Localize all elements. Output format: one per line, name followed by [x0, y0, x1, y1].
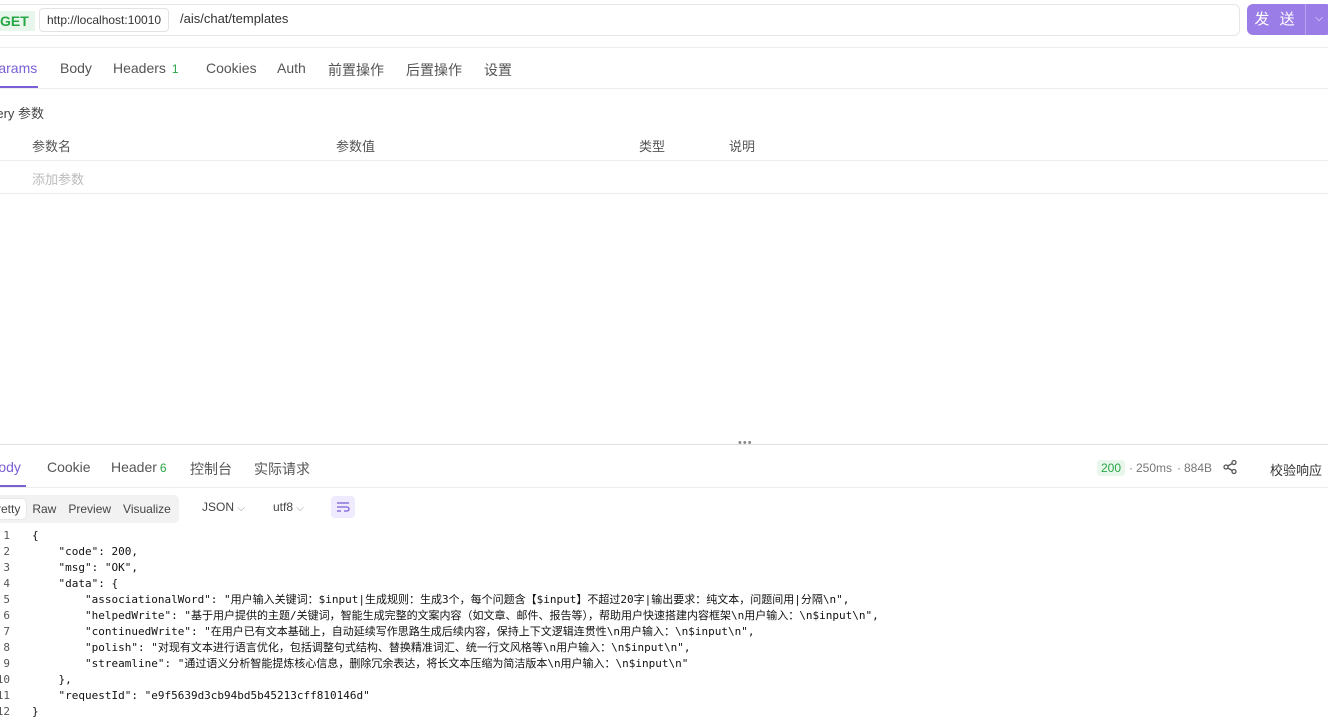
response-size: 884B — [1184, 461, 1213, 475]
line-number: 10 — [0, 673, 10, 686]
add-param-input[interactable]: 添加参数 — [32, 169, 84, 188]
code-text: "requestId": "e9f5639d3cb94bd5b45213cff8… — [32, 689, 370, 702]
chevron-down-icon: ⌵ — [237, 503, 245, 514]
tab-post-ops[interactable]: 后置操作 — [406, 60, 462, 80]
tab-body[interactable]: Body — [60, 60, 92, 76]
mode-preview[interactable]: Preview — [62, 499, 117, 519]
encoding-select-value: utf8 — [273, 500, 294, 514]
resp-tab-cookie[interactable]: Cookie — [47, 459, 91, 475]
format-select[interactable]: JSON ⌵ — [202, 500, 245, 514]
line-number: 12 — [0, 705, 10, 718]
line-number: 1 — [3, 529, 10, 542]
line-number: 2 — [3, 545, 10, 558]
code-text: "code": 200, — [32, 545, 138, 558]
code-line: 1{ — [0, 528, 1328, 544]
code-line: 10 }, — [0, 672, 1328, 688]
line-number: 8 — [3, 641, 10, 654]
mode-pretty[interactable]: Pretty — [0, 499, 27, 519]
header-count-badge: 6 — [159, 461, 167, 475]
line-number: 6 — [3, 609, 10, 622]
code-text: } — [32, 705, 39, 718]
verify-response-button[interactable]: 校验响应 — [1270, 460, 1322, 479]
line-number: 11 — [0, 689, 10, 702]
code-text: "data": { — [32, 577, 119, 590]
code-text: }, — [32, 673, 72, 686]
code-text: "continuedWrite": "在用户已有文本基础上，自动延续写作思路生成… — [32, 625, 755, 638]
line-number: 9 — [3, 657, 10, 670]
send-button[interactable]: 发 送 — [1247, 4, 1305, 35]
send-dropdown-button[interactable]: ⌵ — [1305, 4, 1328, 35]
share-icon[interactable] — [1222, 459, 1238, 475]
tab-auth[interactable]: Auth — [277, 60, 306, 76]
divider — [0, 487, 1328, 488]
resp-tab-actual-request[interactable]: 实际请求 — [254, 459, 310, 479]
status-badge: 200 — [1097, 460, 1126, 476]
tab-settings[interactable]: 设置 — [484, 60, 512, 80]
tab-pre-ops[interactable]: 前置操作 — [328, 60, 384, 80]
divider — [0, 193, 1328, 194]
code-text: "associationalWord": "用户输入关键词：$input|生成规… — [32, 593, 850, 606]
divider — [0, 88, 1328, 89]
code-line: 8 "polish": "对现有文本进行语言优化，包括调整句式结构、替换精准词汇… — [0, 640, 1328, 656]
resp-tab-console[interactable]: 控制台 — [190, 459, 232, 479]
tab-params[interactable]: Params — [0, 60, 37, 76]
resp-tab-body[interactable]: Body — [0, 459, 21, 475]
divider — [0, 47, 1328, 48]
col-param-desc: 说明 — [729, 139, 756, 154]
response-time: 250ms — [1136, 461, 1173, 475]
col-param-type: 类型 — [639, 139, 666, 154]
response-body-code[interactable]: 1{ 2 "code": 200, 3 "msg": "OK", 4 "data… — [0, 528, 1328, 720]
wrap-lines-button[interactable] — [331, 496, 355, 518]
code-line: 3 "msg": "OK", — [0, 560, 1328, 576]
meta-dot: · — [1129, 461, 1133, 475]
code-line: 9 "streamline": "通过语义分析智能提炼核心信息，删除冗余表达，将… — [0, 656, 1328, 672]
line-number: 5 — [3, 593, 10, 606]
drag-handle-icon[interactable]: ••• — [738, 437, 753, 449]
host-chip[interactable]: http://localhost:10010 — [39, 8, 170, 32]
format-select-value: JSON — [202, 500, 235, 514]
resp-tab-header-label: Header — [111, 459, 157, 475]
tab-headers-label: Headers — [113, 60, 166, 76]
panel-splitter[interactable] — [0, 444, 1328, 445]
line-number: 3 — [3, 561, 10, 574]
encoding-select[interactable]: utf8 ⌵ — [273, 500, 304, 514]
query-section-title: Query 参数 — [0, 106, 45, 121]
code-line: 11 "requestId": "e9f5639d3cb94bd5b45213c… — [0, 688, 1328, 704]
code-text: "polish": "对现有文本进行语言优化，包括调整句式结构、替换精准词汇、统… — [32, 641, 691, 654]
method-select[interactable]: GET — [0, 11, 35, 31]
meta-dot: · — [1177, 461, 1181, 475]
code-line: 4 "data": { — [0, 576, 1328, 592]
code-line: 5 "associationalWord": "用户输入关键词：$input|生… — [0, 592, 1328, 608]
code-line: 12} — [0, 704, 1328, 720]
resp-tab-header[interactable]: Header 6 — [111, 459, 167, 475]
divider — [0, 160, 1328, 161]
code-line: 6 "helpedWrite": "基于用户提供的主题/关键词，智能生成完整的文… — [0, 608, 1328, 624]
code-line: 7 "continuedWrite": "在用户已有文本基础上，自动延续写作思路… — [0, 624, 1328, 640]
line-number: 7 — [3, 625, 10, 638]
path-input[interactable]: /ais/chat/templates — [180, 11, 288, 26]
headers-count-badge: 1 — [171, 62, 179, 76]
code-text: "helpedWrite": "基于用户提供的主题/关键词，智能生成完整的文案内… — [32, 609, 879, 622]
mode-visualize[interactable]: Visualize — [117, 499, 177, 519]
code-text: { — [32, 529, 39, 542]
code-line: 2 "code": 200, — [0, 544, 1328, 560]
wrap-lines-icon — [337, 502, 350, 512]
mode-raw[interactable]: Raw — [26, 499, 62, 519]
line-number: 4 — [3, 577, 10, 590]
col-param-value: 参数值 — [336, 139, 376, 154]
chevron-down-icon: ⌵ — [1315, 13, 1323, 24]
code-text: "msg": "OK", — [32, 561, 138, 574]
view-mode-group: Pretty Raw Preview Visualize — [0, 495, 179, 523]
col-param-name: 参数名 — [32, 139, 72, 154]
chevron-down-icon: ⌵ — [296, 503, 304, 514]
code-text: "streamline": "通过语义分析智能提炼核心信息，删除冗余表达，将长文… — [32, 657, 689, 670]
tab-cookies[interactable]: Cookies — [206, 60, 257, 76]
tab-headers[interactable]: Headers 1 — [113, 60, 179, 76]
